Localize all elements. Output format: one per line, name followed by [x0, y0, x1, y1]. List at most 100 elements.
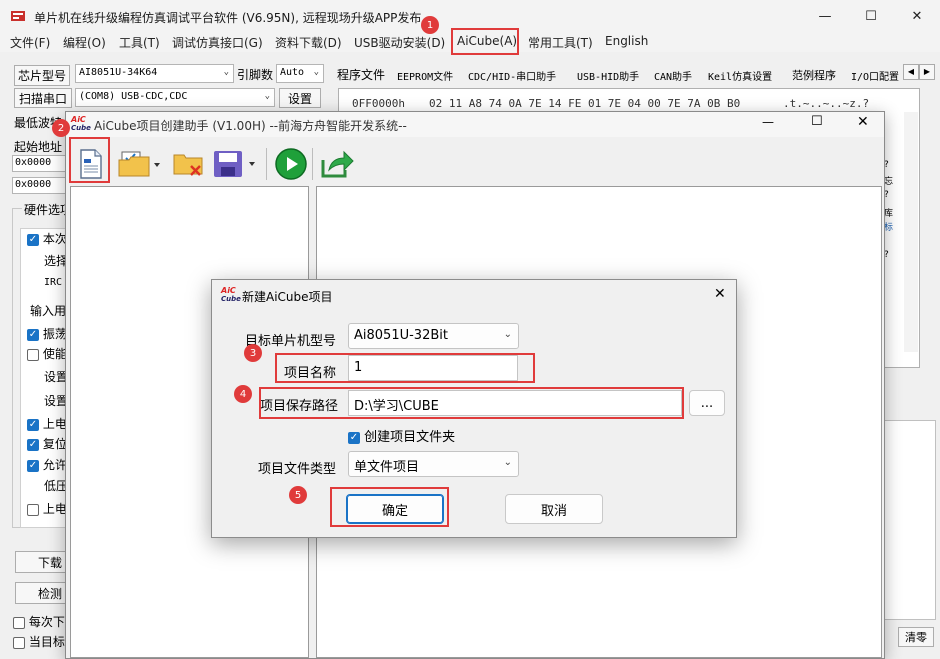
menu-tools[interactable]: 工具(T) — [119, 34, 160, 51]
tab-usb-hid[interactable]: USB-HID助手 — [577, 68, 639, 88]
checkbox-checked-icon[interactable]: ✓ — [348, 431, 360, 444]
log-area[interactable] — [884, 420, 936, 620]
option-label: 本次 — [42, 232, 67, 246]
browse-button[interactable]: ... — [689, 390, 725, 416]
checkbox-empty-icon[interactable] — [13, 636, 25, 649]
scan-port-button[interactable]: 扫描串口 — [14, 88, 72, 108]
highlight-aicube-menu — [451, 28, 519, 55]
chevron-down-icon: ⌄ — [503, 457, 512, 468]
run-button[interactable] — [272, 145, 310, 183]
maximize-icon[interactable]: ☐ — [848, 0, 894, 32]
open-folder-icon — [118, 151, 160, 177]
side-fragment: 标 — [884, 223, 894, 233]
create-folder-label: 创建项目文件夹 — [364, 430, 456, 445]
toolbar-separator — [266, 148, 267, 180]
chip-model-select[interactable]: AI8051U-34K64 ⌄ — [75, 64, 234, 83]
option-row[interactable]: ✓ 本次 — [27, 230, 67, 247]
option-label: 振荡 — [42, 327, 67, 341]
pin-count-select[interactable]: Auto ⌄ — [276, 64, 324, 83]
option-row[interactable]: 上电 — [27, 500, 67, 517]
logo-text-bottom: Cube — [221, 295, 241, 303]
checkbox-checked-icon[interactable]: ✓ — [27, 459, 39, 472]
checkbox-empty-icon[interactable] — [27, 503, 39, 516]
chevron-down-icon: ⌄ — [503, 329, 512, 340]
clear-button[interactable]: 清零 — [898, 627, 934, 647]
menu-program[interactable]: 编程(O) — [63, 34, 106, 51]
create-folder-option[interactable]: ✓ 创建项目文件夹 — [348, 426, 455, 445]
checkbox-empty-icon[interactable] — [13, 616, 25, 629]
tab-scroll-left-icon[interactable]: ◀ — [903, 64, 919, 80]
address-field-2[interactable]: 0x0000 — [12, 177, 66, 194]
option-row[interactable]: ✓ 振荡 — [27, 325, 67, 342]
minimize-icon[interactable]: — — [802, 0, 848, 32]
option-row: IRC — [44, 277, 63, 288]
maximize-icon[interactable]: ☐ — [811, 114, 823, 129]
current-target-option[interactable]: 当目标 — [13, 633, 65, 650]
tab-io-config[interactable]: I/O口配置 — [851, 68, 903, 88]
close-icon[interactable]: ✕ — [714, 286, 726, 302]
step-badge-3: 3 — [244, 344, 262, 362]
address-value-2: 0x0000 — [15, 179, 52, 190]
option-label: 使能 — [42, 347, 67, 361]
option-label: 上电 — [42, 502, 67, 516]
menu-usb-driver[interactable]: USB驱动安装(D) — [354, 34, 445, 51]
dialog-title-bar: AiC Cube 新建AiCube项目 ✕ — [212, 280, 736, 310]
save-project-button[interactable] — [211, 145, 259, 183]
address-field-1[interactable]: 0x0000 — [12, 155, 66, 172]
checkbox-checked-icon[interactable]: ✓ — [27, 438, 39, 451]
menu-download[interactable]: 资料下载(D) — [275, 34, 342, 51]
option-label: 复位 — [42, 437, 67, 451]
save-icon — [214, 151, 255, 177]
cancel-button[interactable]: 取消 — [505, 494, 603, 524]
menu-file[interactable]: 文件(F) — [10, 34, 50, 51]
option-row[interactable]: 使能 — [27, 345, 67, 362]
chevron-down-icon: ⌄ — [223, 67, 229, 77]
export-button[interactable] — [318, 145, 356, 183]
highlight-project-name — [275, 353, 535, 383]
file-type-select[interactable]: 单文件项目 ⌄ — [348, 451, 519, 477]
mcu-model-select[interactable]: Ai8051U-32Bit ⌄ — [348, 323, 519, 349]
hex-scrollbar[interactable] — [904, 112, 918, 352]
menu-english[interactable]: English — [605, 34, 648, 48]
checkbox-checked-icon[interactable]: ✓ — [27, 418, 39, 431]
tab-can[interactable]: CAN助手 — [654, 68, 692, 88]
play-icon — [275, 148, 307, 180]
tab-eeprom-file[interactable]: EEPROM文件 — [397, 68, 453, 88]
chip-model-label: 芯片型号 — [14, 65, 71, 86]
tab-cdc-hid[interactable]: CDC/HID-串口助手 — [468, 68, 556, 88]
port-value: (COM8) USB-CDC,CDC — [79, 91, 188, 102]
mcu-model-value: Ai8051U-32Bit — [354, 328, 448, 343]
option-label: 每次下 — [28, 615, 65, 629]
logo-text-top: AiC — [71, 115, 86, 124]
open-project-button[interactable] — [116, 145, 164, 183]
tab-keil[interactable]: Keil仿真设置 — [708, 68, 772, 88]
checkbox-empty-icon[interactable] — [27, 348, 39, 361]
checkbox-checked-icon[interactable]: ✓ — [27, 233, 39, 246]
step-badge-4: 4 — [234, 385, 252, 403]
pin-count-label: 引脚数 — [237, 68, 274, 82]
toolbar-separator — [312, 148, 313, 180]
option-row[interactable]: ✓ 允许 — [27, 456, 67, 473]
tab-program-file[interactable]: 程序文件 — [337, 66, 385, 86]
hex-bytes: 02 11 A8 74 0A 7E 14 FE 01 7E 04 00 7E 7… — [429, 97, 741, 110]
menu-debug[interactable]: 调试仿真接口(G) — [172, 34, 263, 51]
highlight-new-project-button — [69, 137, 110, 183]
app-icon — [10, 8, 26, 24]
close-project-button[interactable] — [170, 145, 208, 183]
hex-address: 0FF0000h — [352, 97, 405, 110]
checkbox-checked-icon[interactable]: ✓ — [27, 328, 39, 341]
close-icon[interactable]: ✕ — [857, 114, 869, 130]
close-icon[interactable]: ✕ — [894, 0, 940, 32]
file-type-label: 项目文件类型 — [258, 462, 337, 477]
option-row: 输入用 — [30, 304, 67, 318]
minimize-icon[interactable]: — — [762, 115, 774, 129]
tab-examples[interactable]: 范例程序 — [792, 67, 836, 87]
port-settings-button[interactable]: 设置 — [279, 88, 321, 108]
port-select[interactable]: (COM8) USB-CDC,CDC ⌄ — [75, 88, 275, 107]
option-row[interactable]: ✓ 复位 — [27, 435, 67, 452]
option-row[interactable]: ✓ 上电 — [27, 415, 67, 432]
menu-common-tools[interactable]: 常用工具(T) — [528, 34, 593, 51]
aicube-window-title: AiCube项目创建助手 (V1.00H) --前海方舟智能开发系统-- — [94, 119, 407, 133]
every-time-option[interactable]: 每次下 — [13, 613, 65, 630]
tab-scroll-right-icon[interactable]: ▶ — [919, 64, 935, 80]
